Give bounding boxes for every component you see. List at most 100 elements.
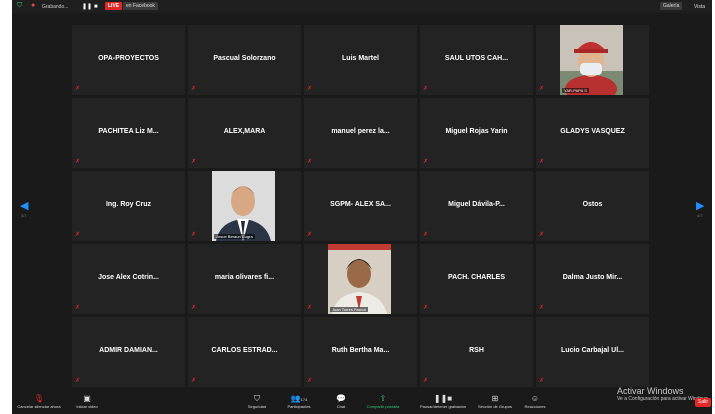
participant-tile[interactable]: ADMIR DAMIAN... ✗: [72, 317, 185, 387]
mic-muted-icon: ✗: [423, 86, 429, 92]
pause-stop-icon: ❚❚■: [433, 394, 453, 403]
participant-video-label: YAR-PAPA S: [562, 88, 589, 93]
mic-muted-icon: ✗: [75, 378, 81, 384]
mic-muted-icon: ✗: [423, 159, 429, 165]
participant-name: RSH: [469, 347, 484, 354]
participant-video: Juan Torres Falcon: [328, 244, 391, 314]
mic-muted-icon: ✗: [75, 305, 81, 311]
participant-tile[interactable]: YAR-PAPA S ✗: [536, 25, 649, 95]
participant-name: PACHITEA Liz M...: [98, 128, 159, 135]
participant-video-label: Juan Torres Falcon: [330, 307, 368, 312]
mic-muted-icon: ✗: [75, 86, 81, 92]
participant-tile[interactable]: Dalma Justo Mir... ✗: [536, 244, 649, 314]
participant-name: manuel perez la...: [331, 128, 390, 135]
stop-recording-icon[interactable]: ■: [94, 3, 98, 11]
reactions-label: Reacciones: [524, 404, 546, 409]
next-page-arrow-icon[interactable]: ▶: [696, 199, 704, 212]
participant-tile[interactable]: Ing. Roy Cruz ✗: [72, 171, 185, 241]
mic-muted-icon: ✗: [423, 232, 429, 238]
mic-muted-icon: ✗: [191, 159, 197, 165]
shield-icon[interactable]: ⛉: [17, 2, 22, 10]
participant-name: maria olivares fi...: [214, 274, 275, 281]
unmute-button[interactable]: 🎙 Cancelar silenciar ahora: [14, 393, 64, 413]
mic-muted-icon: ✗: [307, 305, 313, 311]
participant-tile[interactable]: CARLOS ESTRAD... ✗: [188, 317, 301, 387]
participant-tile[interactable]: Juan Torres Falcon ✗: [304, 244, 417, 314]
participant-tile[interactable]: OPA-PROYECTOS ✗: [72, 25, 185, 95]
participant-name: Pascual Solorzano: [213, 55, 276, 62]
participant-name: Jose Alex Cotrin...: [98, 274, 159, 281]
gallery-view-button[interactable]: Galería: [660, 2, 683, 10]
recording-status: Grabando...: [42, 4, 69, 10]
participant-video: Josue Beraun Cugra: [212, 171, 275, 241]
participant-tile[interactable]: Luis Martel ✗: [304, 25, 417, 95]
video-off-icon: ▣: [83, 394, 91, 403]
start-video-button[interactable]: ▣ Iniciar video: [62, 393, 112, 413]
mic-muted-icon: 🎙: [33, 394, 45, 403]
mic-muted-icon: ✗: [307, 86, 313, 92]
participant-tile[interactable]: Miguel Dávila-P... ✗: [420, 171, 533, 241]
top-bar: ⛉ ● Grabando... ❚❚ ■ LIVE en Facebook Ga…: [12, 0, 712, 13]
participant-name: CARLOS ESTRAD...: [211, 347, 278, 354]
participant-name: Ing. Roy Cruz: [105, 201, 152, 208]
participant-tile[interactable]: SAUL UTOS CAH... ✗: [420, 25, 533, 95]
participant-video-label: Josue Beraun Cugra: [214, 234, 255, 239]
mic-muted-icon: ✗: [539, 232, 545, 238]
participant-tile[interactable]: maria olivares fi... ✗: [188, 244, 301, 314]
pause-recording-button[interactable]: ❚❚■ Pausar/detener grabación: [418, 393, 468, 413]
participant-video: YAR-PAPA S: [560, 25, 623, 95]
mic-muted-icon: ✗: [307, 232, 313, 238]
mic-muted-icon: ✗: [191, 305, 197, 311]
participant-tile[interactable]: PACH. CHARLES ✗: [420, 244, 533, 314]
watermark-title: Activar Windows: [617, 386, 684, 396]
mic-muted-icon: ✗: [539, 159, 545, 165]
mic-muted-icon: ✗: [307, 378, 313, 384]
participant-tile[interactable]: GLADYS VASQUEZ ✗: [536, 98, 649, 168]
participant-name: Miguel Rojas Yarin: [445, 128, 508, 135]
participant-tile[interactable]: RSH ✗: [420, 317, 533, 387]
participant-tile[interactable]: Miguel Rojas Yarin ✗: [420, 98, 533, 168]
participant-tile[interactable]: ALEX,MARA ✗: [188, 98, 301, 168]
participant-tile[interactable]: manuel perez la... ✗: [304, 98, 417, 168]
participant-tile[interactable]: SGPM- ALEX SA... ✗: [304, 171, 417, 241]
mic-muted-icon: ✗: [539, 305, 545, 311]
mic-muted-icon: ✗: [191, 232, 197, 238]
share-screen-label: Compartir pantalla: [366, 404, 400, 409]
participant-name: Ruth Bertha Ma...: [331, 347, 390, 354]
participant-name: Miguel Dávila-P...: [448, 201, 505, 208]
participant-tile[interactable]: Lucio Carbajal Ul... ✗: [536, 317, 649, 387]
previous-page-arrow-icon[interactable]: ◀: [20, 199, 28, 212]
participant-name: GLADYS VASQUEZ: [560, 128, 625, 135]
recording-icon: ●: [31, 2, 36, 9]
mic-muted-icon: ✗: [539, 86, 545, 92]
participant-tile[interactable]: Pascual Solorzano ✗: [188, 25, 301, 95]
live-platform-label[interactable]: en Facebook: [123, 2, 158, 10]
mic-muted-icon: ✗: [539, 378, 545, 384]
leave-button[interactable]: Salir: [695, 398, 712, 407]
live-badge[interactable]: LIVE: [105, 2, 123, 10]
participant-tile[interactable]: Ostos ✗: [536, 171, 649, 241]
mic-muted-icon: ✗: [75, 159, 81, 165]
participant-tile[interactable]: Josue Beraun Cugra ✗: [188, 171, 301, 241]
participant-name: Luis Martel: [342, 55, 379, 62]
participant-tile[interactable]: Ruth Bertha Ma... ✗: [304, 317, 417, 387]
view-button[interactable]: Vista: [694, 3, 705, 11]
participant-tile[interactable]: Jose Alex Cotrin... ✗: [72, 244, 185, 314]
participant-name: Dalma Justo Mir...: [562, 274, 623, 281]
zoom-window: ⛉ ● Grabando... ❚❚ ■ LIVE en Facebook Ga…: [12, 0, 712, 414]
participant-name: SGPM- ALEX SA...: [330, 201, 391, 208]
share-screen-button[interactable]: ⇧ Compartir pantalla: [358, 393, 408, 413]
mic-muted-icon: ✗: [307, 159, 313, 165]
reactions-button[interactable]: ☺ Reacciones: [510, 393, 560, 413]
participant-name: Ostos: [582, 201, 603, 208]
participant-name: Lucio Carbajal Ul...: [560, 347, 624, 354]
share-screen-icon: ⇧: [379, 394, 387, 403]
pause-recording-icon[interactable]: ❚❚: [82, 3, 92, 11]
participant-name: ALEX,MARA: [223, 128, 266, 135]
participant-name: OPA-PROYECTOS: [98, 55, 159, 62]
mic-muted-icon: ✗: [75, 232, 81, 238]
mic-muted-icon: ✗: [423, 305, 429, 311]
mic-muted-icon: ✗: [423, 378, 429, 384]
mic-muted-icon: ✗: [191, 378, 197, 384]
participant-tile[interactable]: PACHITEA Liz M... ✗: [72, 98, 185, 168]
